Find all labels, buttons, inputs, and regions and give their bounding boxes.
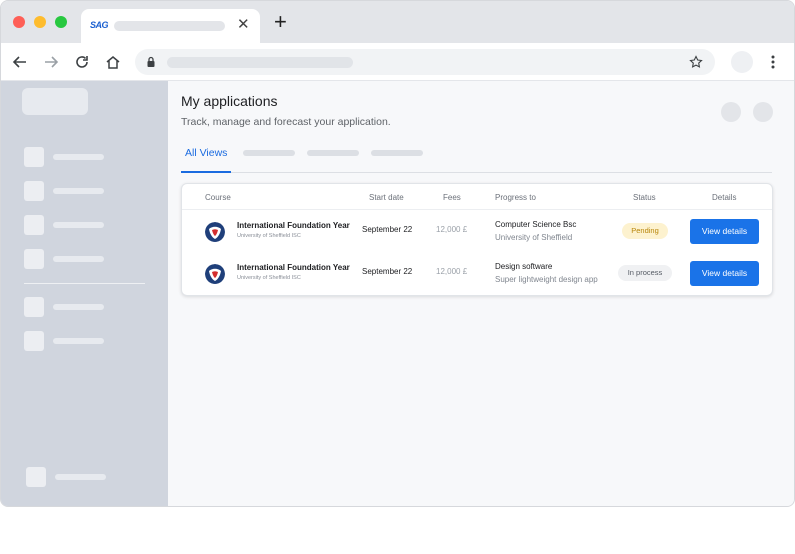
close-window-button[interactable]	[13, 16, 25, 28]
sag-favicon-icon: SAG	[90, 20, 109, 30]
page-subtitle: Track, manage and forecast your applicat…	[181, 116, 391, 128]
table-row: International Foundation Year University…	[182, 253, 772, 295]
view-details-button[interactable]: View details	[690, 219, 759, 244]
tab-placeholder[interactable]	[243, 150, 295, 156]
sidebar-item-label-placeholder	[53, 304, 104, 310]
progress-institution: University of Sheffield	[495, 233, 573, 242]
sidebar-item-icon	[24, 215, 44, 235]
browser-tab[interactable]: SAG ✕	[81, 9, 260, 43]
sidebar	[1, 81, 168, 506]
sidebar-item-label-placeholder	[53, 338, 104, 344]
browser-window: SAG ✕ + My applications Track, manage an…	[0, 0, 795, 507]
column-header-details: Details	[712, 193, 737, 202]
table-header-divider	[182, 209, 772, 210]
sidebar-item-icon	[24, 147, 44, 167]
header-action-button[interactable]	[753, 102, 773, 122]
column-header-fees: Fees	[443, 193, 461, 202]
sidebar-item-icon	[24, 181, 44, 201]
sidebar-item-icon	[24, 297, 44, 317]
progress-program: Computer Science Bsc	[495, 220, 577, 229]
sidebar-item-icon	[24, 331, 44, 351]
status-badge: In process	[618, 265, 672, 281]
sidebar-item[interactable]	[24, 181, 154, 201]
header-action-button[interactable]	[721, 102, 741, 122]
new-tab-icon[interactable]: +	[274, 11, 287, 33]
tab-placeholder[interactable]	[371, 150, 423, 156]
view-details-button[interactable]: View details	[690, 261, 759, 286]
course-university: University of Sheffield ISC	[237, 233, 301, 239]
table-row: International Foundation Year University…	[182, 211, 772, 253]
sidebar-item[interactable]	[24, 147, 154, 167]
address-bar[interactable]	[135, 49, 715, 75]
status-badge: Pending	[622, 223, 668, 239]
reload-icon[interactable]	[73, 53, 91, 71]
applications-table: Course Start date Fees Progress to Statu…	[181, 183, 773, 296]
sidebar-item-label-placeholder	[53, 256, 104, 262]
university-logo-icon	[205, 222, 225, 242]
profile-avatar[interactable]	[731, 51, 753, 73]
tab-title-placeholder	[114, 21, 225, 31]
column-header-course: Course	[205, 193, 231, 202]
tab-all-views-label: All Views	[185, 147, 228, 159]
sidebar-logo-placeholder	[22, 88, 88, 115]
tab-all-views[interactable]: All Views	[181, 141, 231, 173]
sidebar-item[interactable]	[24, 215, 154, 235]
forward-arrow-icon[interactable]	[42, 53, 60, 71]
lock-icon	[147, 56, 155, 67]
browser-toolbar	[1, 43, 794, 81]
kebab-menu-icon[interactable]	[769, 54, 777, 70]
column-header-progress: Progress to	[495, 193, 536, 202]
fees: 12,000 £	[436, 225, 468, 234]
column-header-start-date: Start date	[369, 193, 404, 202]
sidebar-item[interactable]	[24, 249, 154, 269]
tab-placeholder[interactable]	[307, 150, 359, 156]
fees: 12,000 £	[436, 267, 468, 276]
column-header-status: Status	[633, 193, 656, 202]
start-date: September 22	[362, 267, 413, 276]
sidebar-footer-item[interactable]	[26, 467, 156, 487]
progress-institution: Super lightweight design app	[495, 275, 598, 284]
sidebar-item[interactable]	[24, 331, 154, 351]
url-placeholder	[167, 57, 353, 68]
sidebar-divider	[24, 283, 145, 284]
start-date: September 22	[362, 225, 413, 234]
minimize-window-button[interactable]	[34, 16, 46, 28]
university-logo-icon	[205, 264, 225, 284]
view-tabs: All Views	[181, 141, 772, 173]
home-icon[interactable]	[104, 53, 122, 71]
progress-program: Design software	[495, 262, 553, 271]
sidebar-item-label-placeholder	[55, 474, 106, 480]
course-university: University of Sheffield ISC	[237, 275, 301, 281]
sidebar-item[interactable]	[24, 297, 154, 317]
sidebar-item-label-placeholder	[53, 222, 104, 228]
tab-strip: SAG ✕ +	[1, 1, 794, 43]
main-content: My applications Track, manage and foreca…	[168, 81, 794, 506]
course-name: International Foundation Year	[237, 263, 350, 272]
back-arrow-icon[interactable]	[11, 53, 29, 71]
sidebar-item-icon	[24, 249, 44, 269]
close-tab-icon[interactable]: ✕	[237, 16, 250, 34]
sidebar-item-label-placeholder	[53, 154, 104, 160]
star-icon[interactable]	[689, 55, 703, 69]
page-title: My applications	[181, 93, 278, 109]
sidebar-item-icon	[26, 467, 46, 487]
course-name: International Foundation Year	[237, 221, 350, 230]
maximize-window-button[interactable]	[55, 16, 67, 28]
sidebar-item-label-placeholder	[53, 188, 104, 194]
